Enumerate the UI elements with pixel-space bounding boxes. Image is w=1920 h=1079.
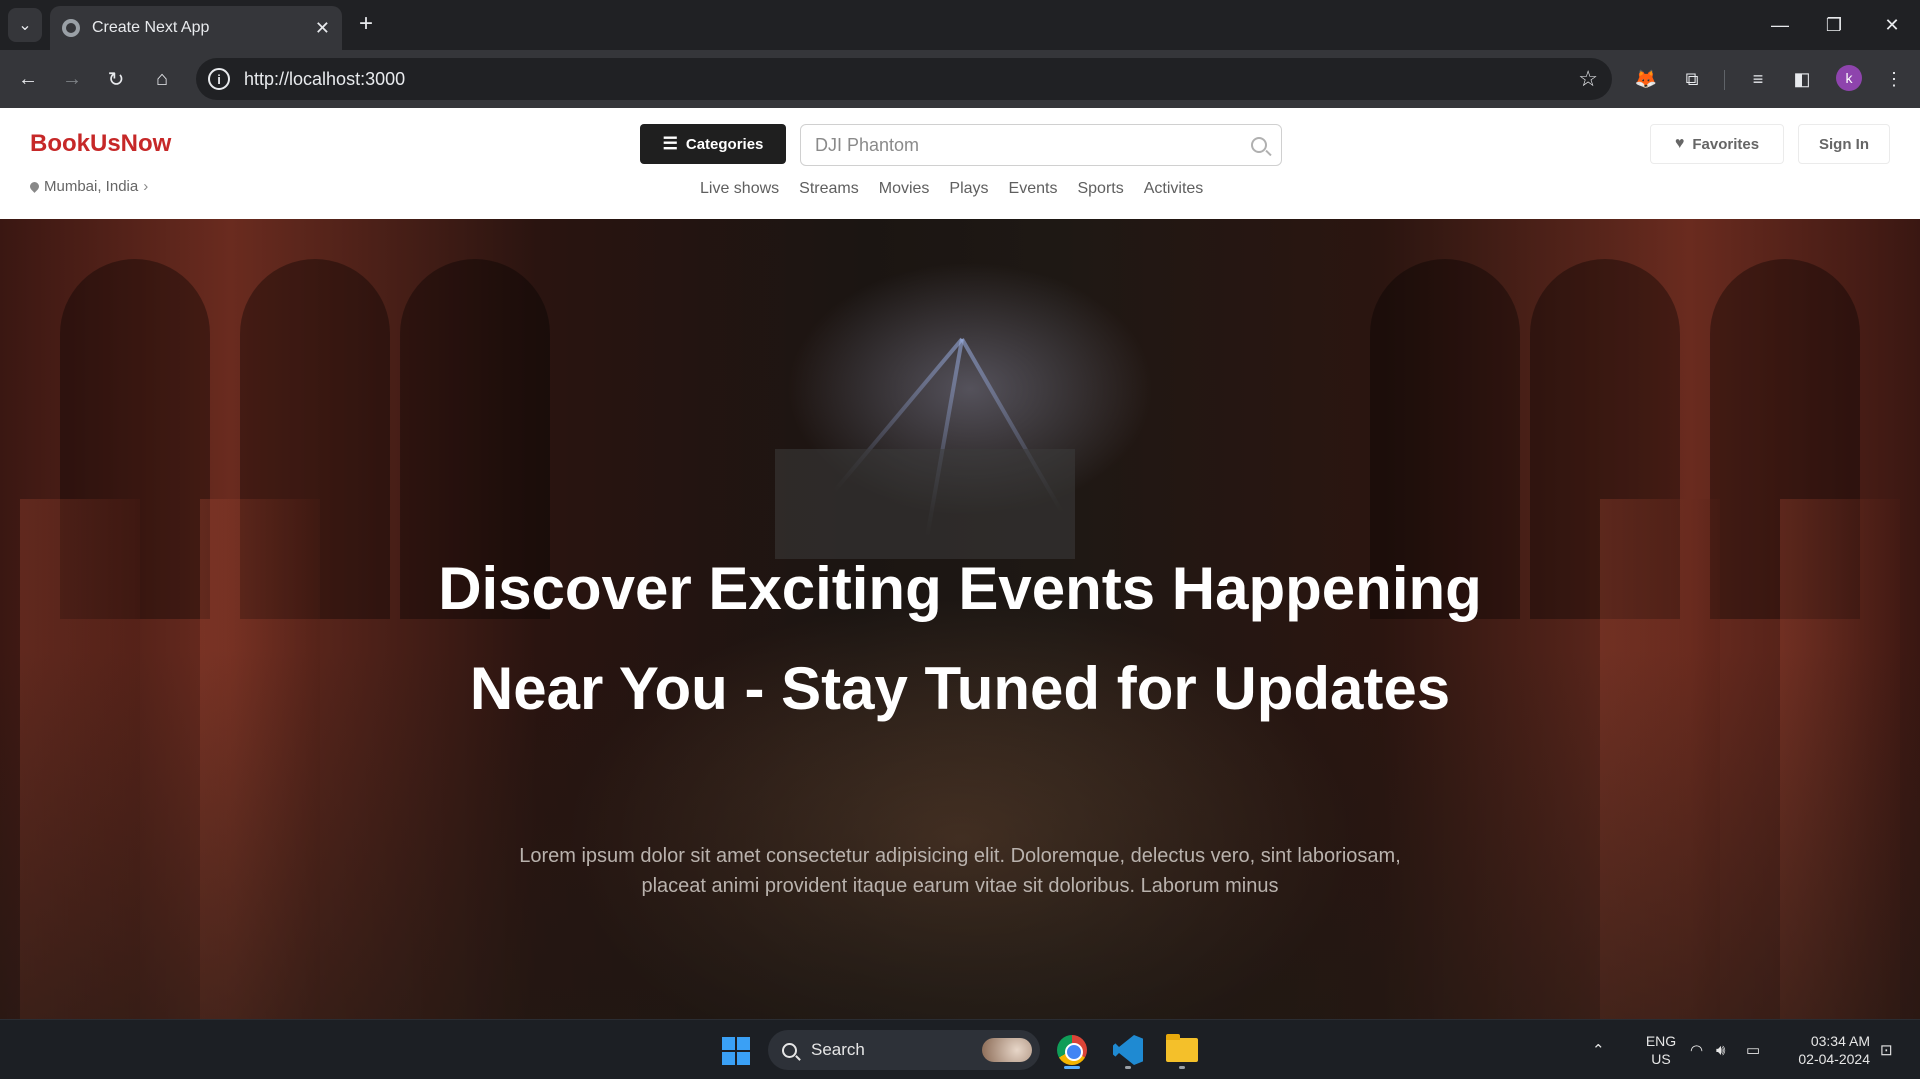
active-indicator bbox=[1064, 1066, 1080, 1069]
running-indicator bbox=[1125, 1066, 1131, 1069]
location-selector[interactable]: Mumbai, India › bbox=[28, 178, 149, 195]
browser-tab-strip: ⌄ Create Next App ✕ + — ❐ ✕ bbox=[0, 0, 1920, 50]
volume-icon[interactable]: 🔊︎ bbox=[1716, 1020, 1725, 1079]
close-window-button[interactable]: ✕ bbox=[1864, 0, 1920, 50]
bookmark-star-icon[interactable]: ☆ bbox=[1578, 66, 1598, 92]
taskbar-file-explorer[interactable] bbox=[1162, 1030, 1202, 1070]
hero-title-line-2: Near You - Stay Tuned for Updates bbox=[469, 655, 1451, 722]
taskbar-vscode[interactable] bbox=[1108, 1030, 1148, 1070]
region-code: US bbox=[1651, 1051, 1671, 1067]
category-nav: Live shows Streams Movies Plays Events S… bbox=[700, 180, 1203, 198]
media-control-icon[interactable]: ≡ bbox=[1744, 65, 1772, 93]
categories-label: Categories bbox=[685, 135, 764, 153]
language-indicator[interactable]: ENG US bbox=[1636, 1032, 1686, 1068]
metamask-extension-icon[interactable]: 🦊 bbox=[1632, 65, 1660, 93]
taskbar-search-label: Search bbox=[811, 1040, 865, 1059]
categories-button[interactable]: ☰ Categories bbox=[640, 124, 786, 164]
site-info-icon[interactable]: i bbox=[208, 68, 230, 90]
tab-search-button[interactable]: ⌄ bbox=[8, 8, 42, 42]
search-input[interactable] bbox=[815, 134, 1251, 156]
notifications-icon[interactable]: ⊡ bbox=[1880, 1020, 1893, 1079]
vscode-icon bbox=[1113, 1035, 1143, 1065]
site-header: BookUsNow Mumbai, India › ☰ Categories L… bbox=[0, 108, 1920, 219]
reload-button[interactable]: ↻ bbox=[100, 63, 132, 95]
forward-button[interactable]: → bbox=[56, 63, 88, 95]
hero-title: Discover Exciting Events Happening Near … bbox=[0, 539, 1920, 739]
chrome-icon bbox=[1057, 1035, 1087, 1065]
browser-toolbar: ← → ↻ ⌂ i http://localhost:3000 ☆ 🦊 ⧉ ≡ … bbox=[0, 50, 1920, 108]
restore-button[interactable]: ❐ bbox=[1806, 0, 1862, 50]
globe-icon bbox=[62, 19, 80, 37]
favorites-button[interactable]: ♥ Favorites bbox=[1650, 124, 1784, 164]
nav-link-plays[interactable]: Plays bbox=[949, 180, 988, 198]
windows-start-icon[interactable] bbox=[722, 1037, 750, 1065]
tab-title: Create Next App bbox=[92, 19, 210, 36]
nav-link-events[interactable]: Events bbox=[1009, 180, 1058, 198]
minimize-button[interactable]: — bbox=[1752, 0, 1808, 50]
hero-banner: Discover Exciting Events Happening Near … bbox=[0, 219, 1920, 1019]
nav-link-live-shows[interactable]: Live shows bbox=[700, 180, 779, 198]
heart-icon: ♥ bbox=[1674, 135, 1685, 152]
url-text[interactable]: http://localhost:3000 bbox=[244, 69, 1578, 90]
taskbar-chrome[interactable] bbox=[1052, 1030, 1092, 1070]
browser-tab[interactable]: Create Next App ✕ bbox=[50, 6, 342, 50]
running-indicator bbox=[1179, 1066, 1185, 1069]
show-hidden-icons-button[interactable]: ⌃ bbox=[1592, 1020, 1605, 1079]
hamburger-icon: ☰ bbox=[662, 134, 678, 153]
address-bar[interactable]: i http://localhost:3000 ☆ bbox=[196, 58, 1612, 100]
more-menu-icon[interactable]: ⋮ bbox=[1880, 65, 1908, 93]
search-box[interactable] bbox=[800, 124, 1282, 166]
search-highlight-icon bbox=[982, 1038, 1032, 1062]
nav-link-streams[interactable]: Streams bbox=[799, 180, 859, 198]
location-pin-icon bbox=[28, 180, 41, 193]
wifi-icon[interactable]: ◠ bbox=[1690, 1020, 1703, 1079]
sign-in-button[interactable]: Sign In bbox=[1798, 124, 1890, 164]
language-code: ENG bbox=[1645, 1033, 1677, 1049]
close-tab-icon[interactable]: ✕ bbox=[315, 18, 330, 39]
new-tab-button[interactable]: + bbox=[354, 12, 378, 36]
brand-logo[interactable]: BookUsNow bbox=[30, 130, 171, 158]
search-icon bbox=[782, 1042, 797, 1058]
clock-date: 02-04-2024 bbox=[1798, 1051, 1870, 1067]
chevron-up-icon: ⌃ bbox=[1592, 1042, 1605, 1059]
clock-time: 03:34 AM bbox=[1810, 1033, 1870, 1049]
chevron-right-icon: › bbox=[143, 178, 149, 195]
search-icon[interactable] bbox=[1251, 137, 1267, 153]
nav-link-sports[interactable]: Sports bbox=[1077, 180, 1123, 198]
location-text: Mumbai, India bbox=[44, 178, 139, 195]
taskbar-search[interactable]: Search bbox=[768, 1030, 1040, 1070]
profile-avatar[interactable]: k bbox=[1836, 65, 1862, 91]
nav-link-activites[interactable]: Activites bbox=[1144, 180, 1204, 198]
toolbar-separator bbox=[1724, 70, 1725, 90]
system-clock[interactable]: 03:34 AM 02-04-2024 bbox=[1784, 1032, 1870, 1068]
folder-icon bbox=[1166, 1034, 1198, 1062]
hero-title-line-1: Discover Exciting Events Happening bbox=[438, 555, 1482, 622]
hero-subtitle: Lorem ipsum dolor sit amet consectetur a… bbox=[519, 845, 1401, 897]
battery-icon[interactable]: ▭ bbox=[1746, 1020, 1760, 1079]
chevron-down-icon: ⌄ bbox=[18, 17, 32, 34]
extensions-puzzle-icon[interactable]: ⧉ bbox=[1678, 65, 1706, 93]
favorites-label: Favorites bbox=[1692, 135, 1760, 153]
side-panel-icon[interactable]: ◧ bbox=[1788, 65, 1816, 93]
home-button[interactable]: ⌂ bbox=[146, 63, 178, 95]
windows-taskbar: Search ⌃ ENG US ◠ 🔊︎ ▭ 03:34 AM 02-04-20… bbox=[0, 1019, 1920, 1079]
nav-link-movies[interactable]: Movies bbox=[879, 180, 930, 198]
back-button[interactable]: ← bbox=[12, 63, 44, 95]
